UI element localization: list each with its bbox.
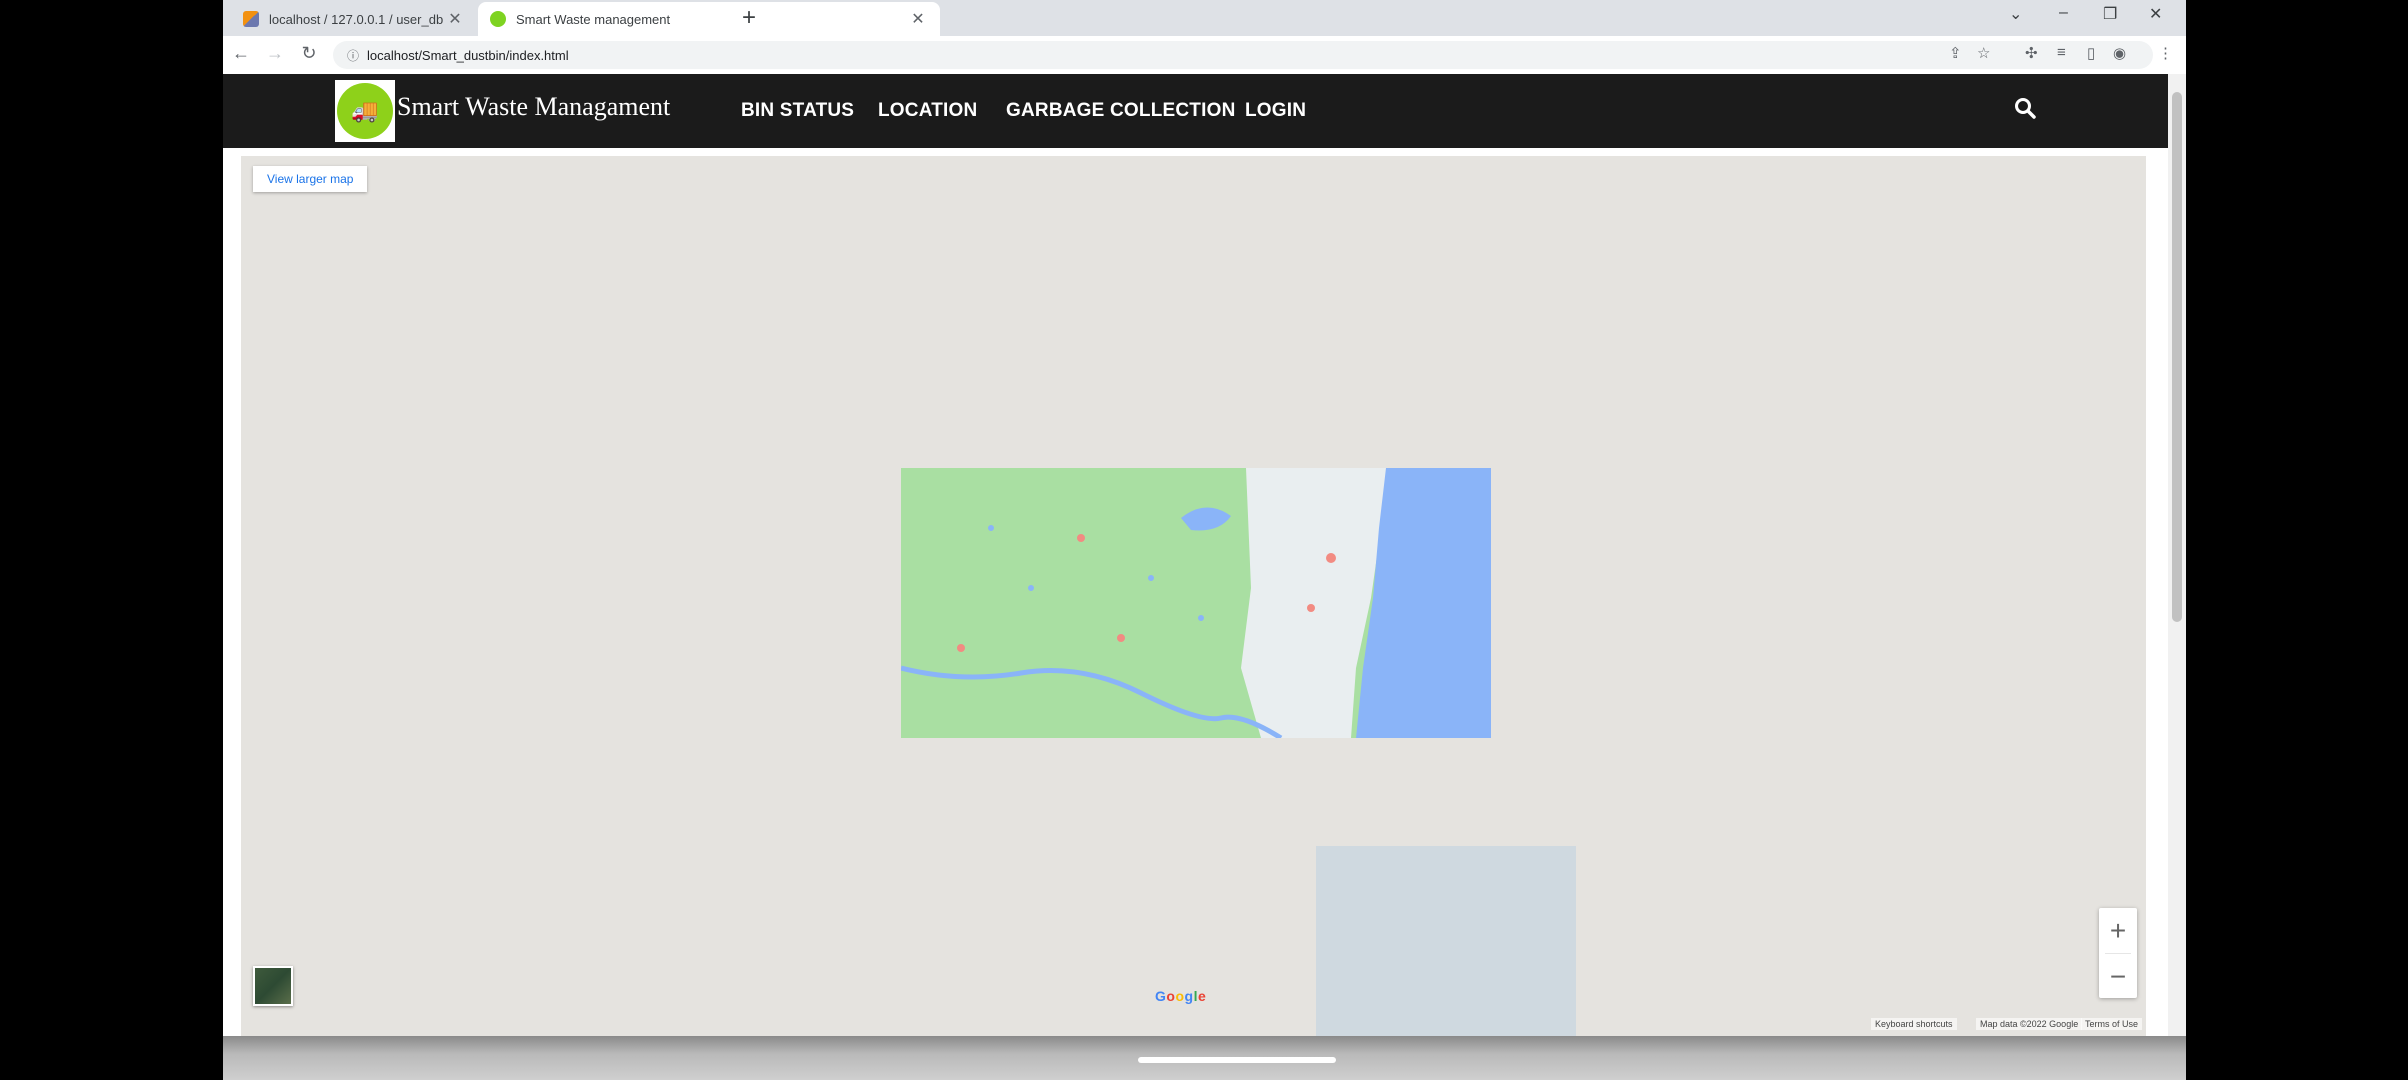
page-scrollbar[interactable] — [2168, 74, 2186, 1036]
reading-list-icon[interactable]: ≡ — [2057, 44, 2066, 61]
zoom-control: + − — [2099, 908, 2137, 998]
minimize-icon[interactable]: – — [2059, 4, 2068, 22]
nav-garbage-collection[interactable]: GARBAGE COLLECTION — [1006, 100, 1236, 122]
tab-search-icon[interactable]: ⌄ — [2009, 4, 2022, 24]
embedded-google-map[interactable]: View larger map Google + − Keyboard shor… — [241, 156, 2146, 1036]
address-bar[interactable]: ⓘ localhost/Smart_dustbin/index.html — [333, 41, 2153, 69]
side-panel-icon[interactable]: ▯ — [2087, 44, 2095, 62]
restore-icon[interactable]: ❐ — [2103, 4, 2117, 24]
map-tile[interactable] — [901, 468, 1491, 738]
profile-avatar-icon[interactable]: ◉ — [2113, 44, 2126, 62]
close-window-icon[interactable]: ✕ — [2149, 4, 2162, 24]
reload-icon[interactable]: ↻ — [297, 43, 321, 64]
map-data-attribution: Map data ©2022 Google — [1976, 1018, 2083, 1030]
tab-phpmyadmin[interactable]: localhost / 127.0.0.1 / user_db / ... ✕ — [231, 2, 477, 36]
truck-icon: 🚚 — [337, 83, 393, 139]
close-tab-icon[interactable]: ✕ — [908, 9, 928, 29]
bookmark-star-icon[interactable]: ☆ — [1977, 44, 1990, 62]
tab-title: localhost / 127.0.0.1 / user_db / ... — [269, 11, 445, 27]
nav-bin-status[interactable]: BIN STATUS — [741, 100, 854, 122]
nav-location[interactable]: LOCATION — [878, 100, 977, 122]
tab-title: Smart Waste management — [516, 11, 671, 27]
browser-toolbar: ← → ↻ ⓘ localhost/Smart_dustbin/index.ht… — [223, 36, 2186, 75]
menu-kebab-icon[interactable]: ⋮ — [2158, 44, 2173, 62]
close-tab-icon[interactable]: ✕ — [445, 9, 465, 29]
site-logo[interactable]: 🚚 — [335, 80, 395, 142]
site-favicon-icon — [490, 11, 506, 27]
tab-strip: localhost / 127.0.0.1 / user_db / ... ✕ … — [223, 0, 2186, 36]
satellite-toggle-thumbnail[interactable] — [253, 966, 293, 1006]
zoom-in-button[interactable]: + — [2099, 908, 2137, 953]
page-content: 🚚 Smart Waste Managament BIN STATUS LOCA… — [223, 74, 2168, 1036]
share-icon[interactable]: ⇪ — [1949, 44, 1962, 62]
zoom-out-button[interactable]: − — [2099, 954, 2137, 999]
keyboard-shortcuts-link[interactable]: Keyboard shortcuts — [1871, 1018, 1957, 1030]
view-larger-map-link[interactable]: View larger map — [253, 166, 368, 192]
phpmyadmin-favicon-icon — [243, 11, 259, 27]
site-navbar: 🚚 Smart Waste Managament BIN STATUS LOCA… — [223, 74, 2168, 148]
forward-icon[interactable]: → — [263, 43, 287, 64]
nav-login[interactable]: LOGIN — [1245, 100, 1306, 122]
tab-smart-waste[interactable]: Smart Waste management ✕ — [478, 2, 940, 36]
site-brand[interactable]: Smart Waste Managament — [397, 92, 670, 122]
scrollbar-thumb[interactable] — [2172, 92, 2182, 622]
site-info-icon[interactable]: ⓘ — [347, 47, 359, 64]
search-icon[interactable] — [2013, 96, 2037, 120]
terms-of-use-link[interactable]: Terms of Use — [2081, 1018, 2143, 1030]
extensions-icon[interactable]: ✣ — [2025, 44, 2038, 62]
home-indicator[interactable] — [1138, 1057, 1336, 1063]
google-logo: Google — [1155, 988, 1207, 1004]
back-icon[interactable]: ← — [229, 43, 253, 64]
browser-window: localhost / 127.0.0.1 / user_db / ... ✕ … — [223, 0, 2186, 1080]
new-tab-button[interactable]: + — [735, 4, 763, 32]
water-tile — [1316, 846, 1576, 1036]
address-url: localhost/Smart_dustbin/index.html — [367, 47, 569, 63]
